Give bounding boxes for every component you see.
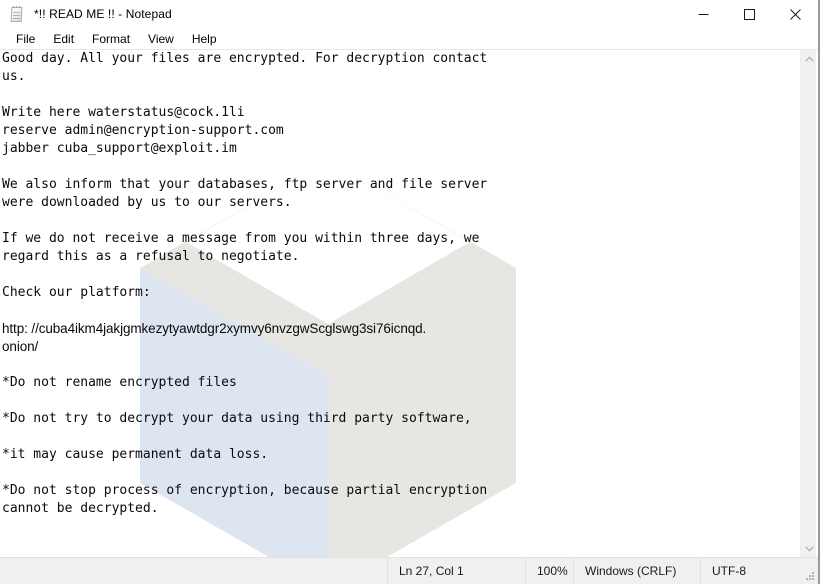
- text-line: regard this as a refusal to negotiate.: [2, 249, 300, 264]
- text-line: *Do not stop process of encryption, beca…: [2, 483, 488, 498]
- text-line: [0, 356, 796, 374]
- text-line: were downloaded by us to our servers.: [2, 195, 292, 210]
- window-title: *!! READ ME !! - Notepad: [34, 7, 172, 21]
- text-line: If we do not receive a message from you …: [2, 231, 480, 246]
- menu-item-format[interactable]: Format: [83, 29, 139, 50]
- status-cursor-position: Ln 27, Col 1: [399, 564, 464, 578]
- chevron-down-icon: [804, 546, 814, 552]
- notepad-icon: [9, 5, 25, 23]
- menu-item-edit[interactable]: Edit: [44, 29, 83, 50]
- scroll-up-button[interactable]: [801, 50, 817, 67]
- text-line: We also inform that your databases, ftp …: [2, 177, 488, 192]
- text-line: jabber cuba_support@exploit.im: [2, 141, 237, 156]
- maximize-button[interactable]: [726, 0, 772, 29]
- menu-item-view[interactable]: View: [139, 29, 183, 50]
- chevron-up-icon: [804, 55, 814, 61]
- close-icon: [789, 9, 801, 20]
- text-line: [0, 86, 796, 104]
- status-bar: Ln 27, Col 1 100% Windows (CRLF) UTF-8: [0, 557, 818, 584]
- minimize-button[interactable]: [680, 0, 726, 29]
- maximize-icon: [743, 9, 755, 20]
- menu-item-file[interactable]: File: [7, 29, 44, 50]
- menu-item-help[interactable]: Help: [183, 29, 226, 50]
- resize-grip-icon[interactable]: [805, 571, 815, 581]
- text-line: us.: [2, 69, 26, 84]
- text-line: [0, 464, 796, 482]
- close-button[interactable]: [772, 0, 818, 29]
- text-line-url: onion/: [2, 339, 39, 354]
- window-controls: [680, 0, 818, 29]
- status-zoom-level: 100%: [537, 564, 568, 578]
- status-encoding: UTF-8: [712, 564, 746, 578]
- status-line-ending: Windows (CRLF): [585, 564, 677, 578]
- text-line: [0, 302, 796, 320]
- text-line: Write here waterstatus@cock.1li: [2, 105, 245, 120]
- text-line-url: http: //cuba4ikm4jakjgmkezytyawtdgr2xymv…: [2, 321, 427, 336]
- notepad-window: *!! READ ME !! - Notepad File Edit Forma…: [0, 0, 820, 584]
- text-line: [0, 158, 796, 176]
- scroll-down-button[interactable]: [801, 540, 817, 557]
- text-line: [0, 428, 796, 446]
- text-line: Good day. All your files are encrypted. …: [2, 51, 488, 66]
- text-line: *Do not rename encrypted files: [2, 375, 237, 390]
- menu-bar: File Edit Format View Help: [0, 29, 818, 50]
- text-line: [0, 266, 796, 284]
- vertical-scrollbar[interactable]: [800, 50, 816, 557]
- document-text: Good day. All your files are encrypted. …: [0, 50, 796, 518]
- text-line: cannot be decrypted.: [2, 501, 159, 516]
- text-editor-area[interactable]: Good day. All your files are encrypted. …: [0, 50, 796, 557]
- text-line: *it may cause permanent data loss.: [2, 447, 269, 462]
- minimize-icon: [698, 14, 708, 15]
- text-line: [0, 392, 796, 410]
- text-line: [0, 212, 796, 230]
- text-line: *Do not try to decrypt your data using t…: [2, 411, 472, 426]
- text-line: Check our platform:: [2, 285, 151, 300]
- text-line: reserve admin@encryption-support.com: [2, 123, 284, 138]
